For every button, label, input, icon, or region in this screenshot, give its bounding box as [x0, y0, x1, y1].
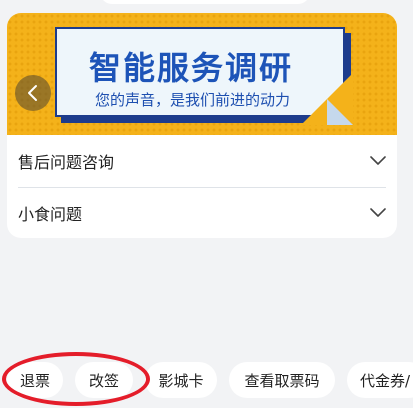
survey-poster: 智能服务调研 您的声音，是我们前进的动力	[55, 27, 353, 125]
faq-item-snacks[interactable]: 小食问题	[18, 187, 386, 238]
survey-banner[interactable]: 智能服务调研 您的声音，是我们前进的动力	[7, 13, 397, 135]
banner-subtitle: 您的声音，是我们前进的动力	[95, 91, 291, 109]
service-card: 智能服务调研 您的声音，是我们前进的动力 售后问题咨询 小食问题	[7, 13, 397, 238]
previous-card-edge	[100, 0, 310, 4]
faq-item-after-sales[interactable]: 售后问题咨询	[18, 135, 386, 187]
chevron-down-icon	[370, 156, 386, 165]
poster-corner-curl	[327, 99, 353, 125]
tag-voucher[interactable]: 代金券/	[347, 362, 413, 398]
highlight-annotation	[2, 352, 150, 406]
chevron-down-icon	[370, 208, 386, 217]
banner-prev-button[interactable]	[15, 75, 51, 111]
tag-ticket-code[interactable]: 查看取票码	[229, 362, 335, 398]
tag-cinema-card[interactable]: 影城卡	[145, 362, 217, 398]
faq-item-label: 售后问题咨询	[18, 153, 115, 172]
banner-title: 智能服务调研	[89, 49, 294, 87]
faq-item-label: 小食问题	[18, 205, 83, 224]
chevron-left-icon	[28, 85, 37, 101]
